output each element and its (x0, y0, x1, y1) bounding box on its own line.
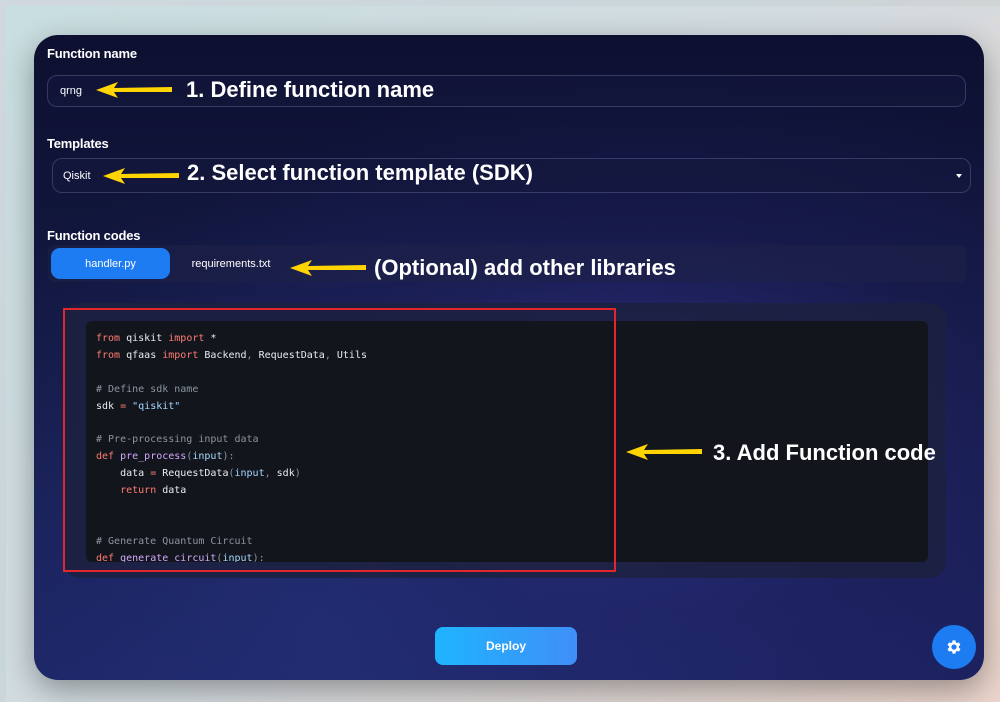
arrow-left-icon (626, 444, 702, 460)
function-name-label: Function name (47, 46, 137, 61)
gear-icon (947, 640, 961, 654)
annotation-step1: 1. Define function name (186, 77, 435, 102)
caret-down-icon[interactable] (956, 173, 962, 178)
templates-label: Templates (47, 136, 109, 151)
function-name-input[interactable]: qrng (47, 75, 966, 107)
annotation-step3: 3. Add Function code (713, 440, 936, 465)
tab-handler-py[interactable]: handler.py (51, 248, 170, 279)
arrow-left-icon (96, 82, 172, 98)
arrow-left-icon (103, 168, 179, 184)
arrow-left-icon (290, 260, 366, 276)
annotation-step2: 2. Select function template (SDK) (187, 160, 533, 185)
function-name-value: qrng (60, 85, 83, 97)
deploy-button[interactable]: Deploy (435, 627, 577, 665)
annotation-optional: (Optional) add other libraries (374, 255, 676, 280)
settings-button[interactable] (932, 625, 976, 669)
template-selected-value: Qiskit (63, 169, 91, 182)
tab-requirements-txt[interactable]: requirements.txt (172, 248, 290, 279)
highlight-box (63, 308, 616, 572)
function-codes-label: Function codes (47, 228, 141, 243)
